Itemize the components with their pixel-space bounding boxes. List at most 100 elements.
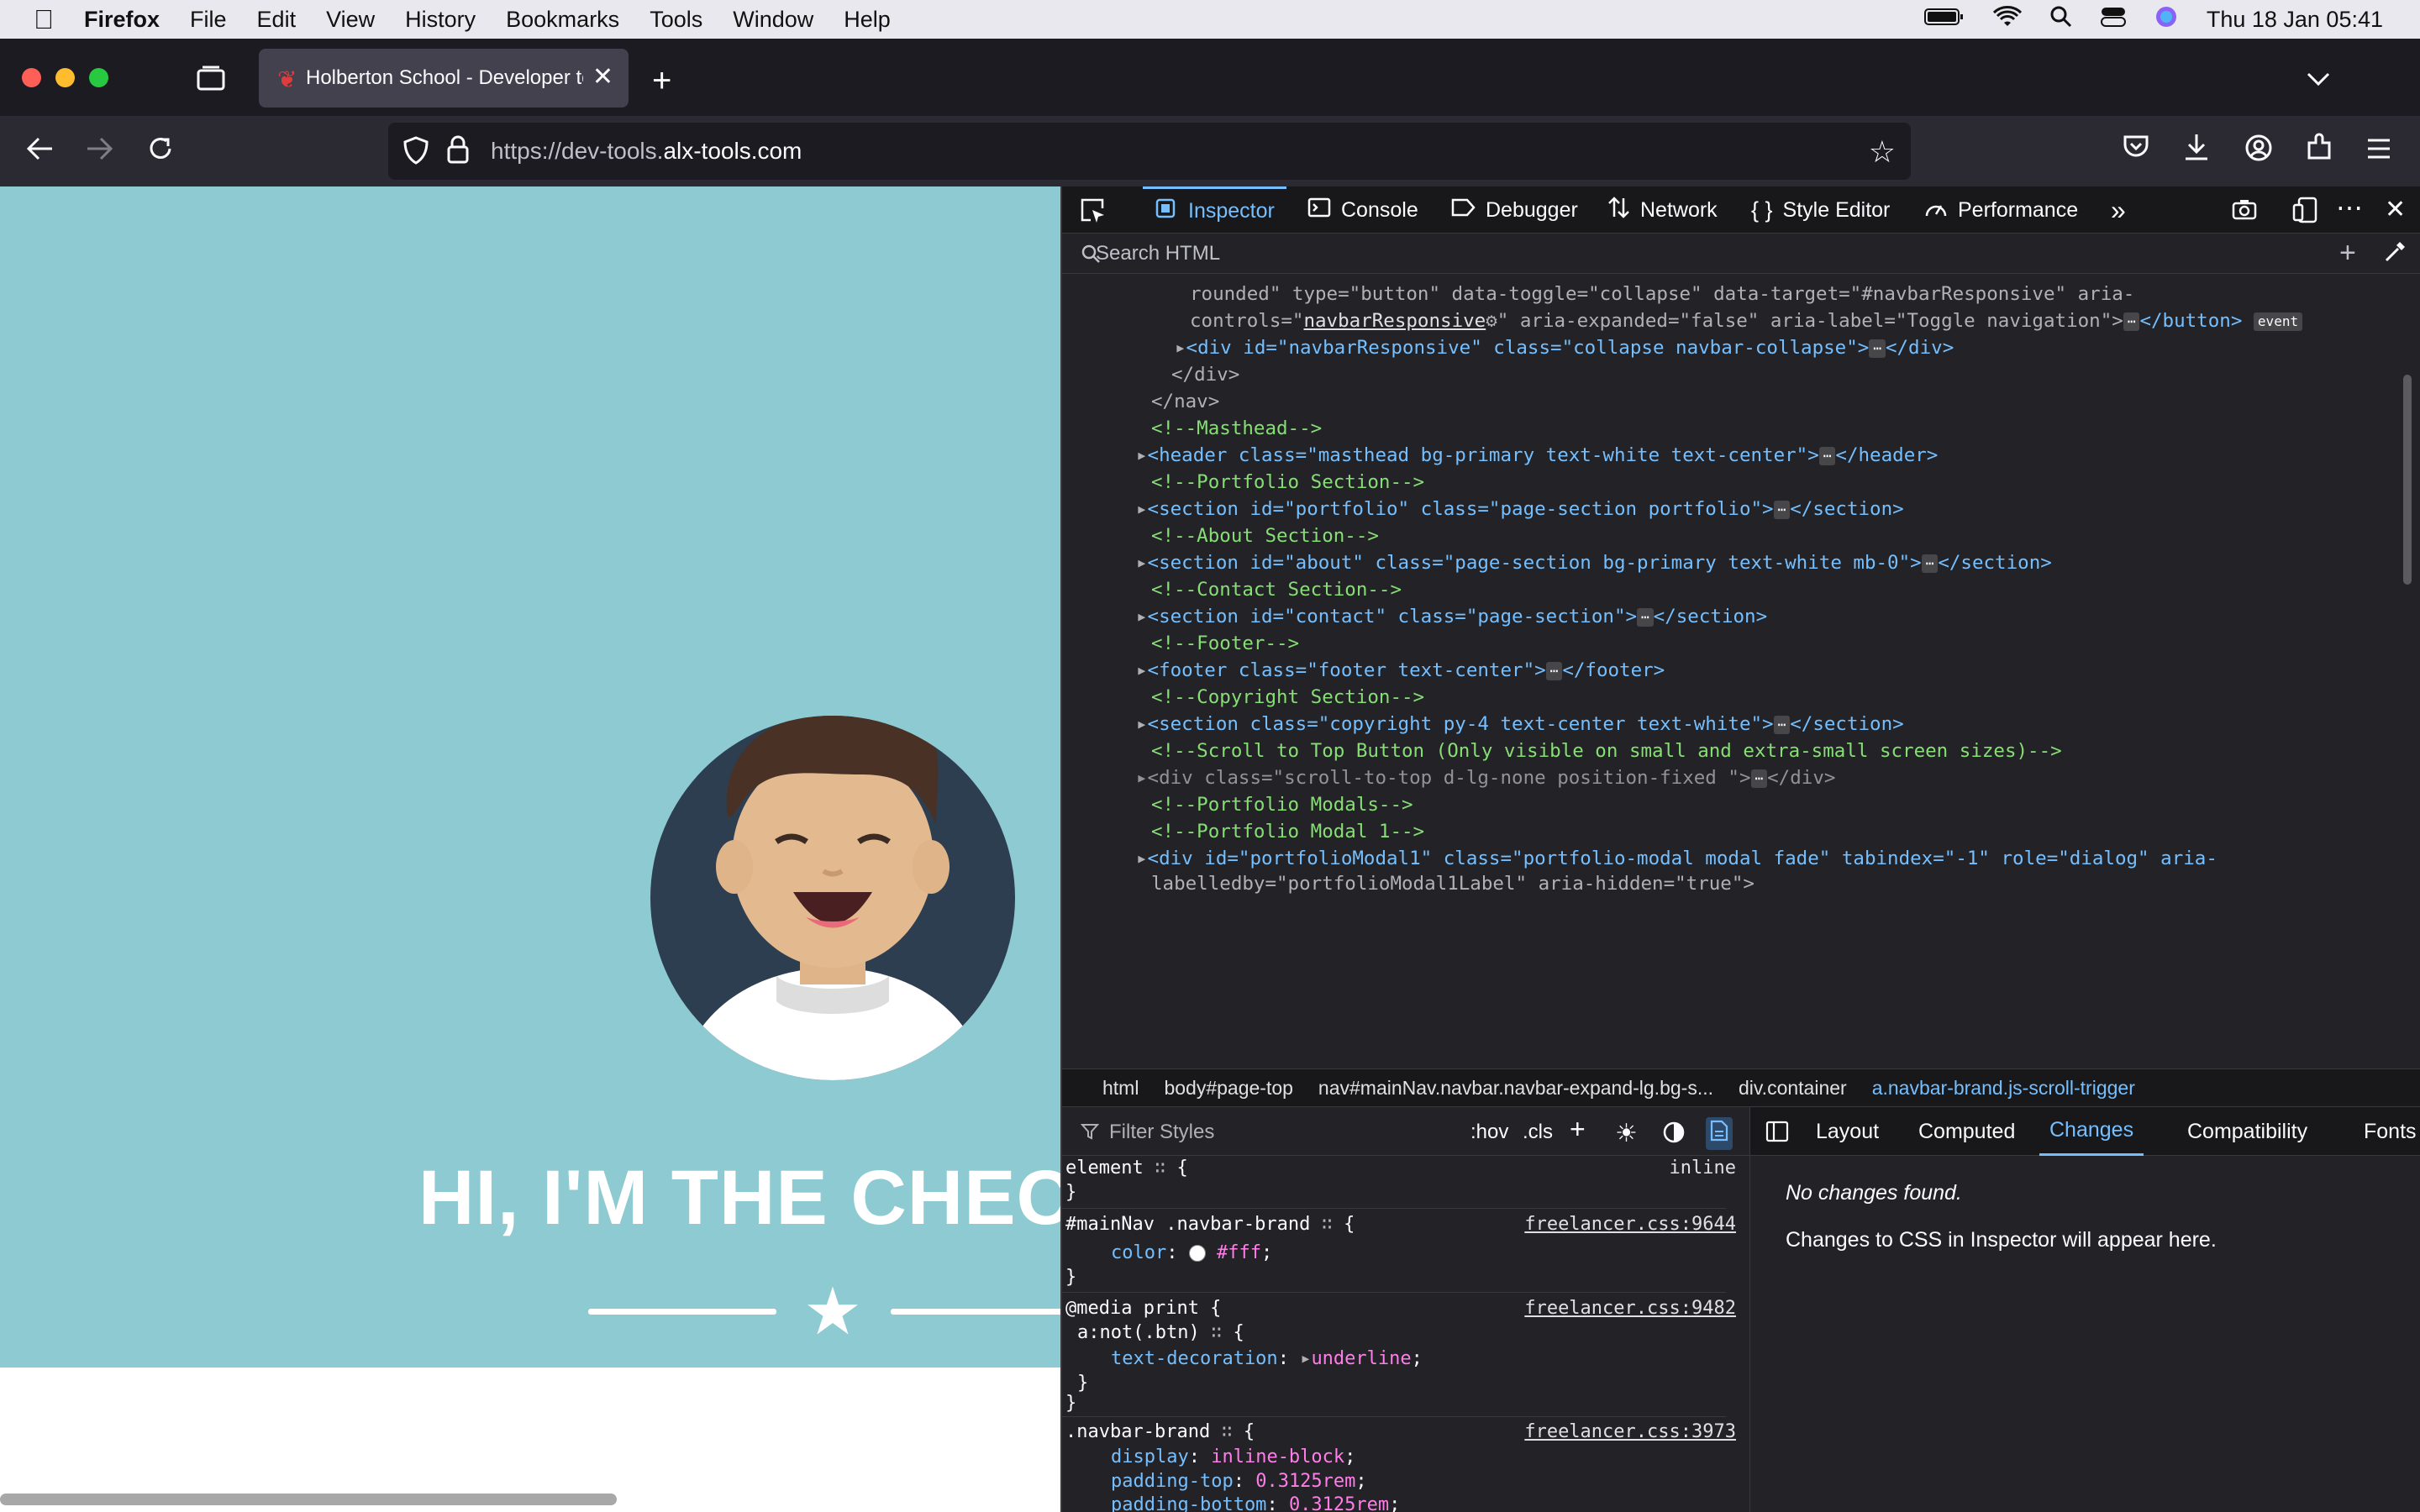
grid-icon[interactable]: ∷ [1155, 1158, 1165, 1179]
control-center-icon[interactable] [2100, 6, 2126, 34]
menu-history[interactable]: History [405, 7, 476, 33]
dark-scheme-icon[interactable] [1662, 1121, 1686, 1150]
rule-declaration[interactable]: padding-top: 0.3125rem; [1111, 1469, 1367, 1494]
collapsed-badge[interactable]: ⋯ [1818, 446, 1836, 465]
tab-layout[interactable]: Layout [1816, 1107, 1879, 1156]
markup-line[interactable]: ▸<section id="portfolio" class="page-sec… [1136, 496, 1904, 522]
menu-file[interactable]: File [190, 7, 227, 33]
hover-state-button[interactable]: :hov [1470, 1121, 1508, 1144]
url-bar[interactable]: https://dev-tools. alx-tools.com ☆ [388, 123, 1911, 180]
expand-arrow-icon[interactable]: ▸ [1136, 713, 1148, 735]
battery-icon[interactable] [1923, 7, 1965, 33]
element-picker-icon[interactable] [1079, 197, 1106, 228]
menu-help[interactable]: Help [844, 7, 891, 33]
breadcrumb-html[interactable]: html [1102, 1077, 1139, 1100]
markup-line[interactable]: ▸<section id="contact" class="page-secti… [1136, 603, 1767, 630]
firefox-view-icon[interactable] [197, 66, 225, 96]
menu-window[interactable]: Window [733, 7, 813, 33]
bookmark-star-icon[interactable]: ☆ [1869, 134, 1896, 170]
markup-line[interactable]: ▸<div id="navbarResponsive" class="colla… [1175, 334, 1954, 361]
expand-arrow-icon[interactable]: ▸ [1136, 659, 1148, 681]
tab-console[interactable]: Console [1307, 186, 1418, 234]
breadcrumb-selected[interactable]: a.navbar-brand.js-scroll-trigger [1872, 1077, 2135, 1100]
toggle-sidebar-icon[interactable] [1765, 1121, 1789, 1147]
tab-performance[interactable]: Performance [1924, 186, 2078, 234]
markup-line[interactable]: ▸<div id="portfolioModal1" class="portfo… [1136, 845, 2217, 872]
pocket-icon[interactable] [2123, 134, 2149, 165]
siri-icon[interactable] [2154, 5, 2178, 34]
rule-source-link[interactable]: freelancer.css:9644 [1524, 1212, 1736, 1236]
tab-style-editor[interactable]: { } Style Editor [1751, 186, 1890, 234]
eyedropper-icon[interactable] [2383, 240, 2407, 270]
downloads-icon[interactable] [2183, 133, 2210, 166]
rule-declaration[interactable]: text-decoration: ▸underline; [1111, 1347, 1423, 1371]
light-scheme-icon[interactable]: ☀ [1615, 1119, 1638, 1148]
responsive-design-mode-icon[interactable] [2292, 197, 2317, 228]
css-property[interactable]: text-decoration [1111, 1348, 1278, 1369]
css-value[interactable]: inline-block [1211, 1446, 1344, 1467]
menu-edit[interactable]: Edit [257, 7, 297, 33]
rule-source-link[interactable]: freelancer.css:3973 [1524, 1420, 1736, 1444]
tab-inspector[interactable]: Inspector [1143, 186, 1286, 234]
account-icon[interactable] [2245, 134, 2272, 166]
back-icon[interactable] [25, 136, 54, 166]
markup-line[interactable]: ▸<header class="masthead bg-primary text… [1136, 442, 1938, 469]
add-node-icon[interactable]: + [2339, 237, 2356, 270]
markup-scrollbar[interactable] [2403, 375, 2412, 585]
rule-source-link[interactable]: freelancer.css:9482 [1524, 1296, 1736, 1320]
collapsed-badge[interactable]: ⋯ [1750, 769, 1768, 788]
tab-fonts[interactable]: Fonts [2364, 1107, 2417, 1156]
menu-app-name[interactable]: Firefox [84, 7, 160, 33]
expand-value-icon[interactable]: ▸ [1300, 1348, 1311, 1369]
gear-icon[interactable]: ⚙ [1486, 310, 1497, 332]
filter-styles-input[interactable]: Filter Styles [1109, 1121, 1214, 1144]
apple-icon[interactable]:  [34, 4, 54, 35]
close-devtools-icon[interactable]: ✕ [2385, 195, 2406, 224]
devtools-options-icon[interactable]: ⋯ [2336, 192, 2363, 223]
menu-bookmarks[interactable]: Bookmarks [506, 7, 619, 33]
menu-tools[interactable]: Tools [650, 7, 702, 33]
expand-arrow-icon[interactable]: ▸ [1136, 848, 1148, 869]
collapsed-badge[interactable]: ⋯ [1921, 554, 1939, 573]
expand-arrow-icon[interactable]: ▸ [1136, 552, 1148, 574]
tab-active[interactable]: ❦ Holberton School - Developer tools ✕ [259, 49, 629, 108]
collapsed-badge[interactable]: ⋯ [1869, 339, 1886, 358]
rule-selector-text[interactable]: element [1065, 1158, 1144, 1179]
breadcrumb-nav[interactable]: nav#mainNav.navbar.navbar-expand-lg.bg-s… [1318, 1077, 1713, 1100]
page-horizontal-scrollbar[interactable] [0, 1494, 617, 1505]
zoom-window-button[interactable] [89, 68, 108, 87]
extensions-icon[interactable] [2306, 133, 2333, 166]
css-value[interactable]: 0.3125rem [1289, 1494, 1389, 1512]
more-tools-chevron-icon[interactable]: » [2111, 195, 2126, 226]
menu-view[interactable]: View [326, 7, 375, 33]
event-badge[interactable]: event [2253, 312, 2303, 331]
rule-selector-text[interactable]: .navbar-brand [1065, 1421, 1210, 1442]
expand-arrow-icon[interactable]: ▸ [1136, 498, 1148, 520]
markup-link[interactable]: navbarResponsive [1303, 310, 1486, 332]
css-property[interactable]: color [1111, 1242, 1166, 1263]
print-media-icon[interactable] [1706, 1117, 1733, 1150]
breadcrumb-div[interactable]: div.container [1739, 1077, 1847, 1100]
search-html-input[interactable]: Search HTML + [1062, 234, 2420, 274]
css-property[interactable]: padding-bottom [1111, 1494, 1266, 1512]
markup-line[interactable]: ▸<footer class="footer text-center"> ⋯ </f… [1136, 657, 1665, 684]
css-value[interactable]: 0.3125rem [1255, 1471, 1355, 1492]
add-rule-icon[interactable]: + [1570, 1114, 1586, 1145]
tab-compatibility[interactable]: Compatibility [2187, 1107, 2307, 1156]
grid-icon[interactable]: ∷ [1322, 1214, 1333, 1235]
grid-icon[interactable]: ∷ [1221, 1421, 1232, 1442]
minimize-window-button[interactable] [55, 68, 75, 87]
app-menu-icon[interactable] [2366, 136, 2391, 165]
markup-line[interactable]: ▸<div class="scroll-to-top d-lg-none pos… [1136, 764, 1835, 791]
collapsed-badge[interactable]: ⋯ [2123, 312, 2140, 331]
rule-declaration[interactable]: color: #fff; [1111, 1241, 1272, 1265]
list-all-tabs-icon[interactable] [2306, 64, 2331, 92]
lock-icon[interactable] [447, 134, 469, 171]
reload-icon[interactable] [146, 134, 175, 168]
grid-icon[interactable]: ∷ [1211, 1322, 1222, 1343]
new-tab-icon[interactable]: + [652, 64, 671, 97]
forward-icon[interactable] [86, 136, 114, 166]
tab-close-icon[interactable]: ✕ [592, 62, 613, 92]
breadcrumb-body[interactable]: body#page-top [1164, 1077, 1292, 1100]
expand-arrow-icon[interactable]: ▸ [1136, 767, 1148, 789]
